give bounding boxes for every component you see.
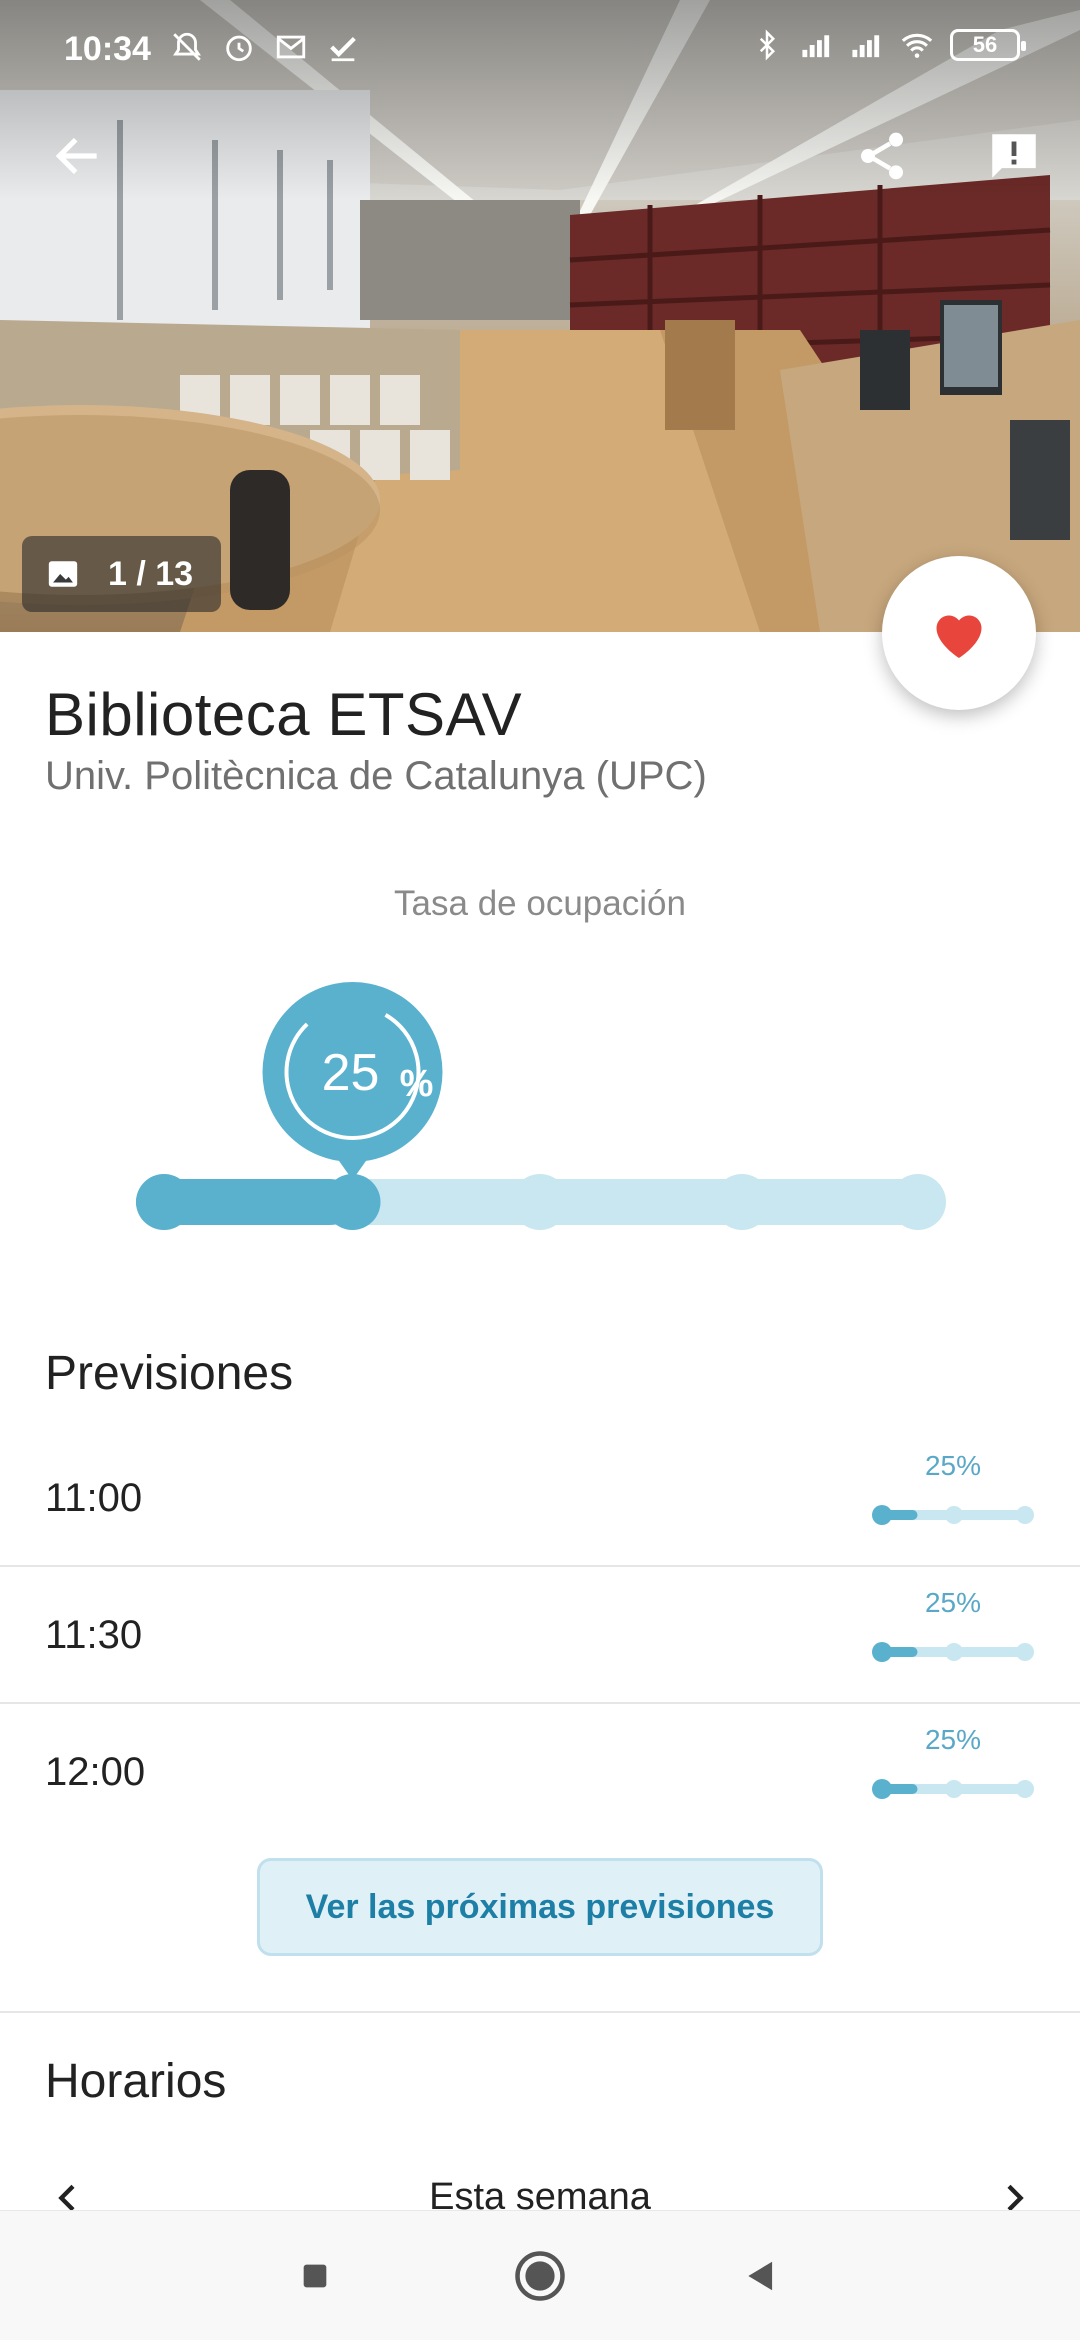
share-button[interactable]: [846, 120, 918, 192]
forecast-row: 11:00 25%: [0, 1430, 1080, 1567]
section-divider: [0, 2011, 1080, 2013]
photo-counter-label: 1 / 13: [108, 554, 194, 593]
gauge-knob: [324, 1174, 381, 1230]
bluetooth-icon: [750, 28, 784, 62]
place-title: Biblioteca ETSAV: [45, 681, 523, 748]
photo-counter[interactable]: 1 / 13: [22, 536, 222, 612]
report-button[interactable]: [978, 120, 1050, 192]
forecast-percent: 25%: [924, 1724, 982, 1755]
arrow-back-icon: [55, 137, 97, 175]
heart-icon: [936, 615, 982, 658]
home-icon: [515, 2251, 565, 2301]
more-forecasts-button[interactable]: Ver las próximas previsiones: [257, 1858, 823, 1956]
forecast-percent: 25%: [924, 1450, 982, 1481]
schedule-title: Horarios: [45, 2055, 227, 2108]
occupancy-gauge: 25 %: [136, 982, 946, 1230]
forecast-time: 11:00: [45, 1476, 143, 1520]
recent-apps-icon: [303, 2264, 327, 2288]
signal-roaming-icon: [800, 28, 834, 62]
forecast-time: 12:00: [45, 1750, 146, 1794]
forecast-row: 11:30 25%: [0, 1567, 1080, 1704]
alarm-icon: [222, 30, 256, 64]
battery-indicator: 56: [950, 29, 1026, 61]
forecasts-title: Previsiones: [45, 1347, 294, 1400]
image-icon: [48, 561, 78, 587]
occupancy-label: Tasa de ocupación: [394, 884, 686, 923]
gmail-icon: [274, 30, 308, 64]
occupancy-value: 25: [322, 1044, 380, 1102]
forecast-mini-gauge: [872, 1642, 1034, 1662]
forecast-time: 11:30: [45, 1613, 143, 1657]
recent-apps-button[interactable]: [280, 2241, 350, 2311]
occupancy-unit: %: [400, 1063, 434, 1105]
muted-bell-icon: [170, 30, 204, 64]
back-icon: [748, 2261, 773, 2291]
forecast-mini-gauge: [872, 1505, 1034, 1525]
forecast-percent: 25%: [924, 1587, 982, 1618]
system-nav-bar: [0, 2210, 1080, 2340]
signal-icon: [850, 28, 884, 62]
gauge-stop-2: [512, 1174, 568, 1230]
forecast-row: 12:00 25%: [0, 1704, 1080, 1841]
status-bar: 10:34 56: [0, 0, 1080, 100]
back-button[interactable]: [42, 120, 114, 192]
gauge-stop-4: [890, 1174, 946, 1230]
gauge-start-knob: [136, 1174, 192, 1230]
favorite-button[interactable]: [882, 556, 1036, 710]
place-institution: Univ. Politècnica de Catalunya (UPC): [45, 754, 707, 798]
forecast-mini-gauge: [872, 1779, 1034, 1799]
share-icon: [861, 132, 903, 180]
gauge-stop-3: [714, 1174, 770, 1230]
status-time: 10:34: [64, 30, 151, 68]
system-back-button[interactable]: [726, 2241, 796, 2311]
check-icon: [326, 30, 360, 64]
wifi-icon: [900, 28, 934, 62]
report-icon: [992, 134, 1036, 178]
home-button[interactable]: [505, 2241, 575, 2311]
